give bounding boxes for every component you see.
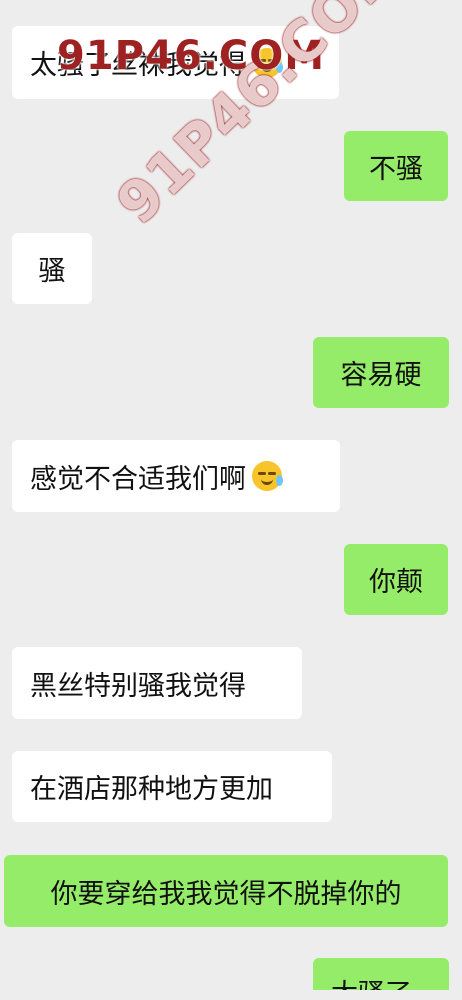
message-text: 感觉不合适我们啊 bbox=[30, 463, 246, 495]
outgoing-message-bubble[interactable]: 你要穿给我我觉得不脱掉你的 bbox=[4, 855, 448, 927]
message-text: 黑丝特别骚我觉得 bbox=[30, 670, 246, 702]
incoming-message-bubble[interactable]: 感觉不合适我们啊 bbox=[12, 440, 340, 512]
message-text: 在酒店那种地方更加 bbox=[30, 774, 273, 805]
message-text: 你要穿给我我觉得不脱掉你的 bbox=[50, 878, 402, 910]
outgoing-message-bubble[interactable]: 容易硬 bbox=[313, 337, 449, 408]
laughing-crying-face-icon bbox=[252, 461, 283, 491]
incoming-message-bubble[interactable]: 骚 bbox=[12, 233, 92, 304]
incoming-message-bubble[interactable]: 在酒店那种地方更加 bbox=[12, 751, 332, 822]
incoming-message-bubble[interactable]: 太骚了丝袜我觉得 bbox=[12, 26, 339, 99]
message-text: 太骚了丝袜我觉得 bbox=[30, 50, 246, 81]
crying-face-emoji-icon bbox=[252, 47, 283, 78]
message-text: 你颠 bbox=[369, 567, 423, 598]
message-text: 容易硬 bbox=[340, 360, 422, 391]
outgoing-message-bubble[interactable]: 你颠 bbox=[344, 544, 448, 615]
message-text: 骚 bbox=[38, 256, 66, 287]
outgoing-message-bubble[interactable]: 不骚 bbox=[344, 131, 448, 201]
message-text: 不骚 bbox=[369, 153, 423, 185]
chat-message-list[interactable]: 太骚了丝袜我觉得 不骚 骚 容易硬 感觉不合适我们啊 你颠 黑丝特别骚我觉得 在… bbox=[0, 0, 462, 1000]
bottom-edge bbox=[0, 990, 462, 1000]
incoming-message-bubble[interactable]: 黑丝特别骚我觉得 bbox=[12, 647, 302, 719]
